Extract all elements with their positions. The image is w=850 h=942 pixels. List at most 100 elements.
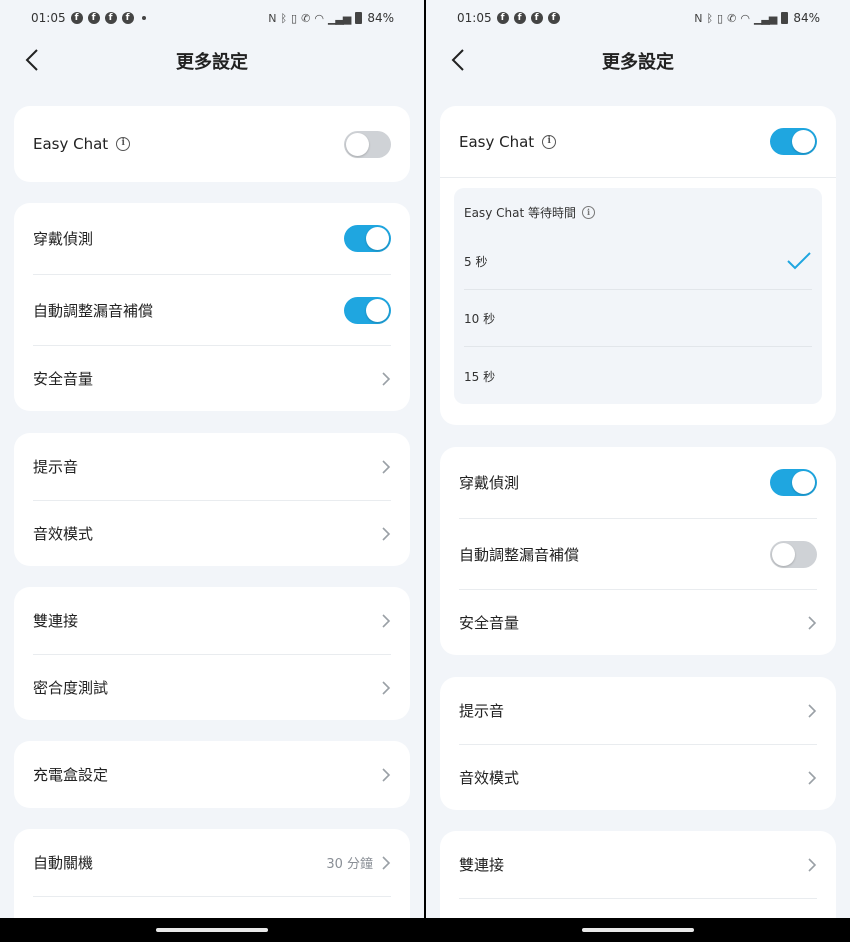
info-icon[interactable]: i xyxy=(542,134,557,149)
chevron-right-icon xyxy=(382,526,391,541)
auto-off-label: 自動關機 xyxy=(33,854,94,872)
chevron-right-icon xyxy=(382,459,391,474)
vibrate-icon: ▯ xyxy=(717,11,723,25)
wait-option-5s[interactable]: 5 秒 xyxy=(464,233,812,289)
wear-detect-toggle[interactable] xyxy=(770,469,817,496)
auto-leak-row: 自動調整漏音補償 xyxy=(459,519,817,589)
sound-mode-label: 音效模式 xyxy=(459,769,520,787)
wifi-icon: ◠ xyxy=(740,11,750,25)
page-title: 更多設定 xyxy=(602,52,674,73)
facebook-notification-icon: f xyxy=(121,12,134,24)
home-indicator[interactable] xyxy=(582,928,694,932)
sound-card: 提示音 音效模式 xyxy=(440,677,836,810)
wait-option-label: 10 秒 xyxy=(464,311,496,326)
auto-off-row[interactable]: 自動關機 30 分鐘 xyxy=(33,829,391,896)
vibrate-icon: ▯ xyxy=(291,11,297,25)
dual-connect-label: 雙連接 xyxy=(33,612,79,630)
divider xyxy=(459,898,817,899)
status-bar: 01:05 f f f f N ᛒ ▯ ✆ ◠ ▁▃▅ 84% xyxy=(31,8,394,28)
easy-chat-toggle[interactable] xyxy=(344,130,391,158)
wifi-call-icon: ✆ xyxy=(727,11,736,25)
wear-detect-label: 穿戴偵測 xyxy=(33,230,94,248)
facebook-notification-icon: f xyxy=(496,12,509,24)
info-icon[interactable]: i xyxy=(116,137,131,151)
wait-time-title-text: Easy Chat 等待時間 xyxy=(464,206,576,220)
checkmark-icon xyxy=(787,252,811,270)
chevron-right-icon xyxy=(808,770,817,785)
prompt-sound-label: 提示音 xyxy=(33,458,79,476)
wait-option-10s[interactable]: 10 秒 xyxy=(464,290,812,346)
easy-chat-label: Easy Chat xyxy=(459,132,535,151)
wifi-call-icon: ✆ xyxy=(301,11,310,25)
screen-right: 01:05 f f f f N ᛒ ▯ ✆ ◠ ▁▃▅ 84% 更多設定 Eas… xyxy=(426,0,850,942)
signal-icon: ▁▃▅ xyxy=(327,11,351,25)
auto-leak-label: 自動調整漏音補償 xyxy=(459,545,580,564)
safe-volume-label: 安全音量 xyxy=(459,614,520,632)
sound-mode-row[interactable]: 音效模式 xyxy=(33,501,391,566)
chevron-right-icon xyxy=(382,855,391,870)
sound-card: 提示音 音效模式 xyxy=(14,433,410,566)
home-indicator[interactable] xyxy=(156,928,268,932)
prompt-sound-row[interactable]: 提示音 xyxy=(33,433,391,500)
facebook-notification-icon: f xyxy=(547,12,560,24)
status-time: 01:05 xyxy=(457,11,492,25)
dual-connect-row[interactable]: 雙連接 xyxy=(33,587,391,654)
wait-option-label: 5 秒 xyxy=(464,254,488,269)
nfc-icon: N xyxy=(268,11,276,25)
easy-chat-label: Easy Chat xyxy=(33,135,109,153)
wait-option-15s[interactable]: 15 秒 xyxy=(464,348,812,404)
wear-detect-row: 穿戴偵測 xyxy=(33,203,391,274)
nfc-icon: N xyxy=(694,11,702,25)
header: 更多設定 xyxy=(426,40,850,80)
dual-connect-row[interactable]: 雙連接 xyxy=(459,831,817,898)
screen-left: 01:05 f f f f N ᛒ ▯ ✆ ◠ ▁▃▅ 84% 更多設定 Eas… xyxy=(0,0,424,942)
chevron-right-icon xyxy=(382,371,391,386)
chevron-right-icon xyxy=(382,613,391,628)
easy-chat-row: Easy Chat i xyxy=(459,106,817,177)
sound-mode-label: 音效模式 xyxy=(33,525,94,543)
facebook-notification-icon: f xyxy=(104,12,117,24)
wear-detect-toggle[interactable] xyxy=(344,225,391,252)
facebook-notification-icon: f xyxy=(513,12,526,24)
detection-card: 穿戴偵測 自動調整漏音補償 安全音量 xyxy=(14,203,410,411)
prompt-sound-label: 提示音 xyxy=(459,702,505,720)
header: 更多設定 xyxy=(0,40,424,80)
easy-chat-row: Easy Chat i xyxy=(33,106,391,182)
wifi-icon: ◠ xyxy=(314,11,324,25)
case-card: 充電盒設定 xyxy=(14,741,410,808)
dual-connect-label: 雙連接 xyxy=(459,856,505,874)
prompt-sound-row[interactable]: 提示音 xyxy=(459,677,817,744)
facebook-notification-icon: f xyxy=(87,12,100,24)
chevron-right-icon xyxy=(808,615,817,630)
wear-detect-row: 穿戴偵測 xyxy=(459,447,817,518)
more-notifications-icon xyxy=(141,16,146,20)
fit-test-row[interactable]: 密合度測試 xyxy=(33,655,391,720)
status-time: 01:05 xyxy=(31,11,66,25)
chevron-right-icon xyxy=(382,767,391,782)
status-bar: 01:05 f f f f N ᛒ ▯ ✆ ◠ ▁▃▅ 84% xyxy=(457,8,820,28)
info-icon[interactable]: i xyxy=(581,206,595,219)
auto-off-value: 30 分鐘 xyxy=(326,857,373,872)
auto-leak-toggle[interactable] xyxy=(344,296,391,324)
case-settings-row[interactable]: 充電盒設定 xyxy=(33,741,391,808)
chevron-right-icon xyxy=(808,857,817,872)
connection-card: 雙連接 密合度測試 xyxy=(14,587,410,720)
safe-volume-row[interactable]: 安全音量 xyxy=(459,590,817,655)
battery-percent: 84% xyxy=(793,11,820,25)
battery-percent: 84% xyxy=(367,11,394,25)
wait-time-panel: Easy Chat 等待時間 i 5 秒 10 秒 15 秒 xyxy=(454,188,822,404)
fit-test-label: 密合度測試 xyxy=(33,679,109,697)
facebook-notification-icon: f xyxy=(70,12,83,24)
bluetooth-icon: ᛒ xyxy=(280,11,287,25)
easy-chat-toggle[interactable] xyxy=(770,128,817,155)
wear-detect-label: 穿戴偵測 xyxy=(459,474,520,492)
auto-leak-toggle[interactable] xyxy=(770,540,817,568)
safe-volume-row[interactable]: 安全音量 xyxy=(33,346,391,411)
bluetooth-icon: ᛒ xyxy=(706,11,713,25)
detection-card: 穿戴偵測 自動調整漏音補償 安全音量 xyxy=(440,447,836,655)
case-settings-label: 充電盒設定 xyxy=(33,766,109,784)
wait-option-label: 15 秒 xyxy=(464,369,496,384)
facebook-notification-icon: f xyxy=(530,12,543,24)
auto-leak-label: 自動調整漏音補償 xyxy=(33,301,154,320)
sound-mode-row[interactable]: 音效模式 xyxy=(459,745,817,810)
